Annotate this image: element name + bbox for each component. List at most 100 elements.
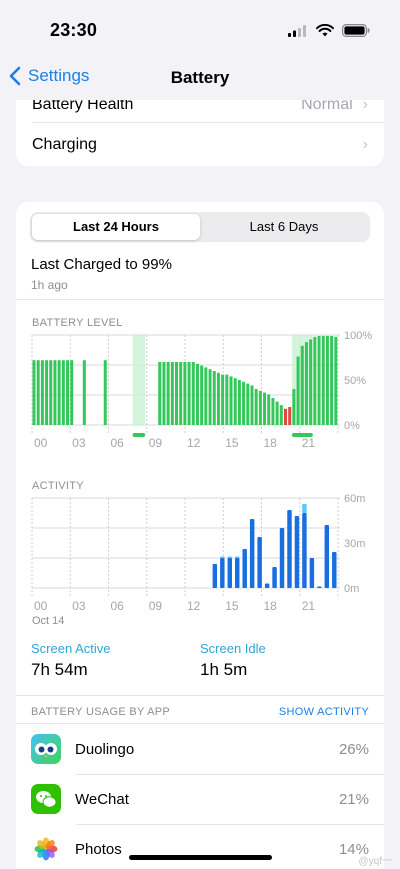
divider: [32, 122, 384, 123]
status-bar: 23:30: [0, 0, 400, 60]
battery-level-bar: [292, 389, 296, 425]
y-tick-label: 60m: [344, 493, 365, 505]
battery-level-bar: [45, 360, 49, 425]
battery-level-bar: [166, 362, 170, 425]
battery-level-bar: [237, 380, 241, 425]
screen-idle-value: 1h 5m: [200, 660, 248, 679]
battery-level-bar: [263, 392, 267, 425]
screen-active-bar: [294, 516, 300, 588]
battery-level-bar: [229, 376, 233, 425]
battery-level-bar: [216, 372, 220, 425]
charging-indicator: [132, 433, 146, 437]
screen-active-bar: [272, 567, 277, 588]
battery-level-bar: [225, 374, 229, 425]
battery-level-bar: [179, 362, 183, 425]
last-charged-subtitle: 1h ago: [31, 278, 68, 292]
battery-level-bar: [309, 339, 313, 425]
battery-level-bar: [279, 405, 283, 425]
screen-active-bar: [332, 552, 337, 588]
chevron-right-icon: ›: [362, 136, 368, 153]
screen-active-bar: [317, 586, 322, 588]
screen-active-bar: [279, 528, 285, 588]
y-tick-label: 50%: [344, 375, 366, 387]
battery-level-bar: [191, 362, 195, 425]
last-charged-title: Last Charged to 99%: [31, 256, 172, 273]
divider: [16, 695, 384, 696]
x-tick-label: 09: [149, 436, 163, 450]
navigation-bar: Settings Battery: [0, 60, 400, 100]
battery-level-bar: [330, 335, 334, 425]
battery-level-bar: [300, 345, 304, 425]
battery-level-bar: [53, 360, 57, 425]
app-name: Duolingo: [75, 740, 135, 758]
battery-level-bar: [250, 385, 254, 425]
battery-level-bar: [195, 363, 199, 425]
time-range-segmented-control: Last 24 Hours Last 6 Days: [30, 212, 370, 242]
battery-level-bar: [36, 360, 40, 425]
battery-level-bar: [183, 362, 187, 425]
battery-level-bar: [158, 362, 162, 425]
tab-last-6-days[interactable]: Last 6 Days: [200, 214, 368, 240]
battery-level-bar: [57, 360, 61, 425]
screen-active-bar: [302, 513, 307, 588]
status-icons: [288, 24, 370, 37]
cellular-signal-icon: [288, 24, 306, 37]
battery-level-bar: [49, 360, 53, 425]
battery-level-bar: [334, 336, 338, 425]
battery-level-bar: [325, 335, 329, 425]
battery-level-bar: [271, 398, 275, 425]
battery-level-bar: [288, 407, 292, 425]
tab-last-24-hours[interactable]: Last 24 Hours: [32, 214, 200, 240]
app-name: WeChat: [75, 790, 129, 808]
battery-level-bar: [275, 401, 279, 425]
x-tick-label: 21: [302, 436, 316, 450]
y-tick-label: 0m: [344, 583, 359, 595]
wifi-icon: [316, 24, 334, 37]
activity-chart: 60m 30m 0m 00 03 06 09 12 15 18 21 Oct 14: [31, 493, 365, 627]
battery-level-bar: [304, 342, 308, 425]
x-tick-label: 03: [72, 436, 86, 450]
screen-active-bar: [235, 558, 240, 588]
battery-usage-by-app-header: BATTERY USAGE BY APP: [31, 706, 171, 718]
screen-active-bar: [227, 558, 233, 588]
x-tick-label: 12: [187, 599, 201, 613]
app-row-photos[interactable]: Photos 14%: [31, 824, 369, 869]
battery-level-bar: [212, 371, 216, 425]
screen-active-value: 7h 54m: [31, 660, 88, 679]
battery-icon: [342, 24, 370, 37]
y-tick-label: 30m: [344, 538, 365, 550]
screen-active-bar: [257, 537, 262, 588]
battery-level-bar: [321, 335, 325, 425]
battery-usage-card: Last 24 Hours Last 6 Days Last Charged t…: [16, 202, 384, 869]
status-time: 23:30: [50, 20, 98, 40]
battery-level-bar: [267, 394, 271, 425]
screen-active-bar: [212, 564, 218, 588]
app-row-wechat[interactable]: WeChat 21%: [31, 774, 369, 824]
battery-level-chart: 100% 50% 0% 00 03 06 09 12 15 18 21: [31, 330, 372, 450]
battery-level-bar: [254, 389, 258, 425]
battery-level-bar: [82, 360, 86, 425]
battery-level-bar: [70, 360, 74, 425]
battery-level-bar: [40, 360, 44, 425]
screen-active-bar: [287, 510, 292, 588]
show-activity-button[interactable]: SHOW ACTIVITY: [279, 706, 369, 718]
app-percentage: 21%: [338, 790, 369, 808]
battery-level-bar: [246, 383, 250, 425]
screen-idle-bar: [227, 556, 233, 558]
charging-row[interactable]: Charging ›: [32, 132, 368, 158]
battery-level-bar: [170, 362, 174, 425]
charging-label: Charging: [32, 136, 97, 153]
screen-active-bar: [264, 583, 270, 588]
x-tick-label: 06: [111, 599, 125, 613]
screen-idle-bar: [220, 556, 225, 558]
x-tick-label: 06: [111, 436, 125, 450]
home-indicator: [129, 855, 272, 860]
divider: [16, 299, 384, 300]
app-row-duolingo[interactable]: Duolingo 26%: [31, 724, 369, 774]
photos-icon: [31, 834, 61, 864]
battery-level-bar: [175, 362, 179, 425]
screen-idle-label: Screen Idle: [200, 641, 266, 656]
battery-level-bar: [221, 374, 225, 425]
battery-level-bar: [242, 381, 246, 425]
x-tick-label: 18: [264, 436, 278, 450]
